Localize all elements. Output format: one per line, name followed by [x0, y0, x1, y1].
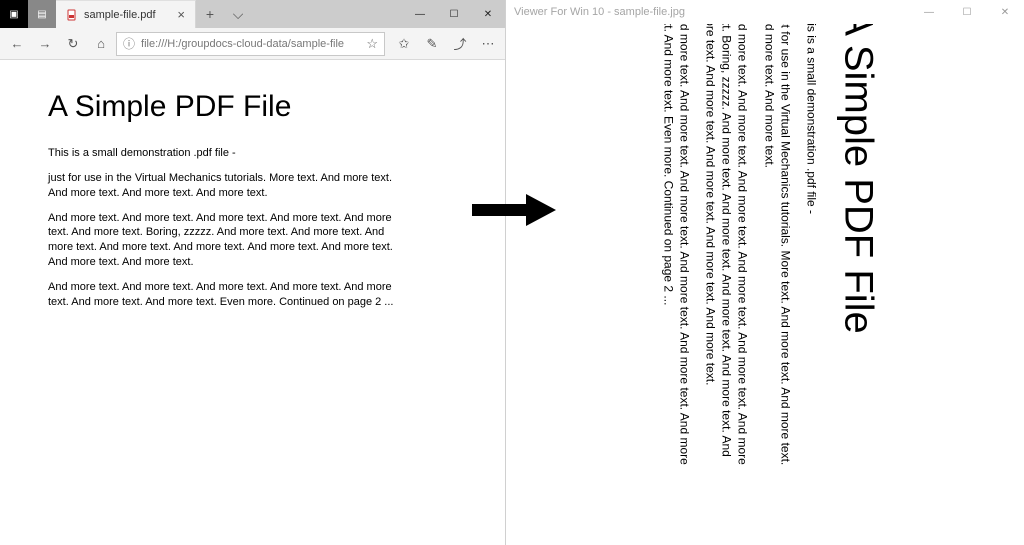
image-viewer-window: Viewer For Win 10 - sample-file.jpg — ☐ … [506, 0, 1024, 545]
doc-paragraph: And more text. And more text. And more t… [48, 211, 408, 270]
tab-strip: ▣ ▤ sample-file.pdf × + ⌵ — ☐ ✕ [0, 0, 505, 28]
doc-paragraph: And more text. And more text. And more t… [660, 24, 692, 469]
doc-paragraph: This is a small demonstration .pdf file … [48, 146, 408, 161]
more-icon[interactable]: ⋯ [475, 31, 501, 57]
rotated-document: A Simple PDF File This is a small demons… [650, 24, 881, 469]
minimize-button[interactable]: — [910, 0, 948, 24]
doc-body: This is a small demonstration .pdf file … [660, 24, 820, 469]
back-button[interactable]: ← [4, 31, 30, 57]
arrow-icon [470, 192, 558, 228]
home-button[interactable]: ⌂ [88, 31, 114, 57]
taskbar-overflow-icon[interactable]: ▤ [28, 0, 56, 28]
image-viewport[interactable]: A Simple PDF File This is a small demons… [506, 24, 1024, 545]
task-view-icon[interactable]: ▣ [0, 0, 28, 28]
close-button[interactable]: ✕ [986, 0, 1024, 24]
favorite-star-icon[interactable]: ☆ [366, 36, 378, 52]
doc-title: A Simple PDF File [48, 90, 475, 124]
doc-paragraph: This is a small demonstration .pdf file … [803, 24, 819, 469]
tab-dropdown-icon[interactable]: ⌵ [224, 0, 252, 28]
share-icon[interactable]: ⤴ [447, 31, 473, 57]
viewer-titlebar: Viewer For Win 10 - sample-file.jpg — ☐ … [506, 0, 1024, 24]
new-tab-button[interactable]: + [196, 0, 224, 28]
doc-paragraph: just for use in the Virtual Mechanics tu… [761, 24, 793, 469]
address-bar: ← → ↻ ⌂ ⓘ file:///H:/groupdocs-cloud-dat… [0, 28, 505, 60]
browser-window: ▣ ▤ sample-file.pdf × + ⌵ — ☐ ✕ ← → ↻ ⌂ … [0, 0, 506, 545]
doc-paragraph: And more text. And more text. And more t… [48, 280, 408, 310]
pdf-viewport[interactable]: A Simple PDF File This is a small demons… [0, 60, 505, 545]
url-text: file:///H:/groupdocs-cloud-data/sample-f… [141, 38, 344, 50]
tab-title: sample-file.pdf [84, 9, 156, 21]
doc-title: A Simple PDF File [835, 24, 880, 469]
url-input[interactable]: ⓘ file:///H:/groupdocs-cloud-data/sample… [116, 32, 385, 56]
pdf-file-icon [66, 9, 78, 21]
doc-paragraph: just for use in the Virtual Mechanics tu… [48, 171, 408, 201]
site-info-icon[interactable]: ⓘ [123, 35, 135, 52]
forward-button[interactable]: → [32, 31, 58, 57]
reading-list-icon[interactable]: ✎ [419, 31, 445, 57]
doc-body: This is a small demonstration .pdf file … [48, 146, 408, 310]
favorites-icon[interactable]: ✩ [391, 31, 417, 57]
maximize-button[interactable]: ☐ [437, 0, 471, 28]
browser-tab[interactable]: sample-file.pdf × [56, 0, 196, 28]
doc-paragraph: And more text. And more text. And more t… [702, 24, 751, 469]
close-button[interactable]: ✕ [471, 0, 505, 28]
minimize-button[interactable]: — [403, 0, 437, 28]
refresh-button[interactable]: ↻ [60, 31, 86, 57]
maximize-button[interactable]: ☐ [948, 0, 986, 24]
viewer-title: Viewer For Win 10 - sample-file.jpg [514, 6, 685, 18]
close-icon[interactable]: × [177, 7, 185, 22]
